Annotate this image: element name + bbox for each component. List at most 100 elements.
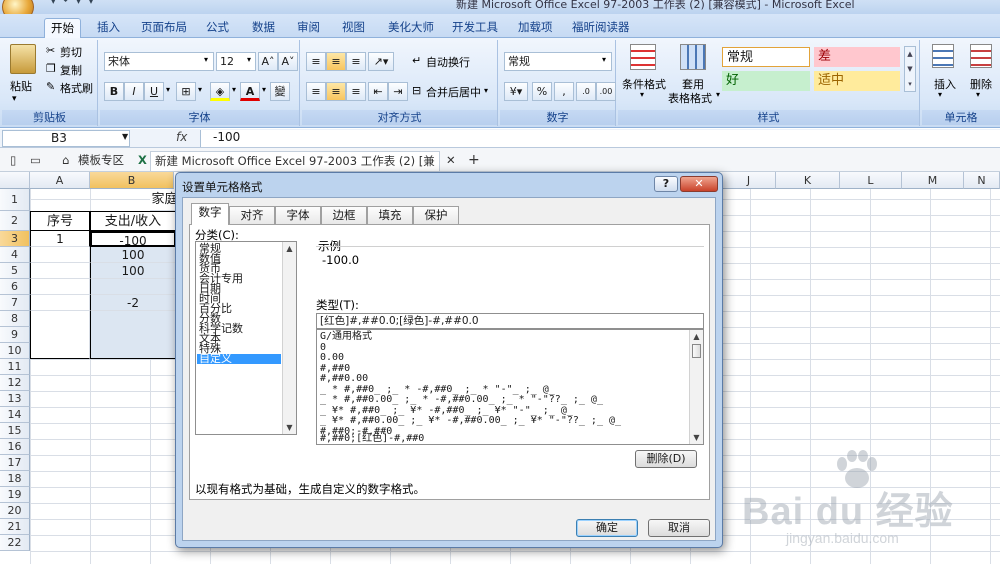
format-painter-button[interactable]: 格式刷 (60, 80, 93, 96)
italic-button[interactable]: I (124, 82, 144, 101)
bold-button[interactable]: B (104, 82, 124, 101)
format-item[interactable]: _ * #,##0.00_ ;_ * -#,##0.00_ ;_ * "-"??… (320, 394, 603, 406)
folder-icon[interactable]: ▭ (26, 151, 45, 171)
number-format-box[interactable]: 常规 (504, 52, 612, 71)
cell-b6[interactable] (90, 279, 176, 295)
merge-center-button[interactable]: 合并后居中 (426, 84, 481, 100)
workbook-tab[interactable]: 新建 Microsoft Office Excel 97-2003 工作表 (2… (150, 151, 440, 186)
tab-foxit[interactable]: 福昕阅读器 (566, 18, 636, 38)
table-format-button-2[interactable]: 表格格式 (668, 90, 712, 106)
name-box-dropdown-icon[interactable]: ▼ (122, 132, 128, 141)
align-left-icon[interactable]: ≡ (306, 82, 326, 101)
row-header-13[interactable]: 13 (0, 391, 30, 407)
grow-font-icon[interactable]: A˄ (258, 52, 278, 71)
delete-dropdown-icon[interactable]: ▾ (976, 90, 980, 99)
scroll-up-icon[interactable]: ▲ (283, 242, 296, 255)
cell-a2[interactable]: 序号 (30, 211, 90, 231)
comma-button[interactable]: , (554, 82, 574, 101)
copy-button[interactable]: 复制 (60, 62, 82, 78)
row-header-5[interactable]: 5 (0, 263, 30, 279)
fill-color-icon[interactable]: ◈ (210, 82, 230, 101)
align-center-icon[interactable]: ≡ (326, 82, 346, 101)
merge-dropdown-icon[interactable]: ▾ (484, 86, 488, 95)
tab-protection[interactable]: 保护 (413, 206, 459, 224)
style-neutral[interactable]: 适中 (814, 71, 900, 91)
format-item[interactable]: G/通用格式 (320, 331, 372, 343)
dialog-close-button[interactable]: ✕ (680, 176, 718, 192)
cell-b3[interactable]: -100 (90, 231, 176, 247)
border-dropdown-icon[interactable]: ▾ (198, 85, 202, 94)
paste-dropdown-icon[interactable]: ▾ (12, 94, 17, 104)
cell-a8-a10[interactable] (30, 311, 90, 359)
row-header-6[interactable]: 6 (0, 279, 30, 295)
cell-a4[interactable] (30, 247, 90, 263)
cell-b8-b10[interactable] (90, 311, 176, 359)
tab-home[interactable]: 开始 (44, 18, 81, 38)
cell-b7[interactable]: -2 (90, 295, 176, 311)
row-header-4[interactable]: 4 (0, 247, 30, 263)
format-item[interactable]: #,##0.00 (320, 373, 368, 385)
row-header-1[interactable]: 1 (0, 189, 30, 211)
scroll-down-icon[interactable]: ▼ (690, 431, 703, 444)
conditional-format-dropdown-icon[interactable]: ▾ (640, 90, 644, 99)
close-tab-icon[interactable]: ✕ (442, 151, 460, 171)
formula-input[interactable]: -100 (200, 130, 1000, 147)
cell-b5[interactable]: 100 (90, 263, 176, 279)
col-header-b[interactable]: B (90, 172, 174, 189)
fill-dropdown-icon[interactable]: ▾ (232, 85, 236, 94)
table-format-dropdown-icon[interactable]: ▾ (716, 90, 720, 99)
tab-number[interactable]: 数字 (191, 203, 229, 225)
cancel-button[interactable]: 取消 (648, 519, 710, 537)
col-header-n[interactable]: N (964, 172, 1000, 189)
underline-dropdown-icon[interactable]: ▾ (166, 85, 170, 94)
delete-cells-icon[interactable] (970, 44, 992, 68)
quick-access-toolbar[interactable]: ▾ ↶ ▾ ▾ (40, 0, 130, 12)
row-header-10[interactable]: 10 (0, 343, 30, 359)
align-bottom-icon[interactable]: ≡ (346, 52, 366, 71)
office-button[interactable] (2, 0, 34, 14)
format-list-scrollbar[interactable]: ▲ ▼ (689, 330, 703, 444)
col-header-l[interactable]: L (840, 172, 902, 189)
percent-button[interactable]: % (532, 82, 552, 101)
row-header-8[interactable]: 8 (0, 311, 30, 327)
row-header-19[interactable]: 19 (0, 487, 30, 503)
col-header-m[interactable]: M (902, 172, 964, 189)
format-item[interactable]: 0.00 (320, 352, 344, 364)
format-item[interactable]: #,##0;[红色]-#,##0 (320, 433, 424, 444)
format-painter-icon[interactable]: ✎ (46, 80, 55, 93)
new-doc-icon[interactable]: ▯ (6, 151, 20, 171)
conditional-format-icon[interactable] (630, 44, 656, 70)
wrap-text-button[interactable]: 自动换行 (426, 54, 470, 70)
select-all-corner[interactable] (0, 172, 30, 189)
align-top-icon[interactable]: ≡ (306, 52, 326, 71)
insert-dropdown-icon[interactable]: ▾ (938, 90, 942, 99)
wrap-text-icon[interactable]: ↵ (412, 54, 421, 67)
row-header-3[interactable]: 3 (0, 231, 30, 247)
increase-decimal-icon[interactable]: .0 (576, 82, 596, 101)
font-size-dropdown-icon[interactable]: ▾ (247, 55, 251, 64)
row-header-15[interactable]: 15 (0, 423, 30, 439)
template-tab[interactable]: 模板专区 (74, 151, 128, 171)
increase-indent-icon[interactable]: ⇥ (388, 82, 408, 101)
decrease-decimal-icon[interactable]: .00 (596, 82, 616, 101)
col-header-k[interactable]: K (776, 172, 840, 189)
col-header-j[interactable]: J (722, 172, 776, 189)
tab-font[interactable]: 字体 (275, 206, 321, 224)
category-item-selected[interactable]: 自定义 (197, 353, 281, 364)
font-color-icon[interactable]: A (240, 82, 260, 101)
cut-icon[interactable]: ✂ (46, 44, 55, 57)
paste-button[interactable]: 粘贴 (10, 78, 32, 94)
tab-developer[interactable]: 开发工具 (446, 18, 504, 38)
tab-beautify[interactable]: 美化大师 (382, 18, 440, 38)
format-code-list[interactable]: G/通用格式 0 0.00 #,##0 #,##0.00 _ * #,##0_ … (316, 329, 704, 445)
font-name-dropdown-icon[interactable]: ▾ (204, 55, 208, 64)
category-list[interactable]: 常规 数值 货币 会计专用 日期 时间 百分比 分数 科学记数 文本 特殊 自定… (195, 241, 297, 435)
row-header-12[interactable]: 12 (0, 375, 30, 391)
tab-alignment[interactable]: 对齐 (229, 206, 275, 224)
category-scrollbar[interactable]: ▲ ▼ (282, 242, 296, 434)
font-color-dropdown-icon[interactable]: ▾ (262, 85, 266, 94)
type-input[interactable]: [红色]#,##0.0;[绿色]-#,##0.0 (316, 313, 704, 329)
tab-data[interactable]: 数据 (246, 18, 281, 38)
add-tab-icon[interactable]: + (464, 151, 484, 171)
underline-button[interactable]: U (144, 82, 164, 101)
